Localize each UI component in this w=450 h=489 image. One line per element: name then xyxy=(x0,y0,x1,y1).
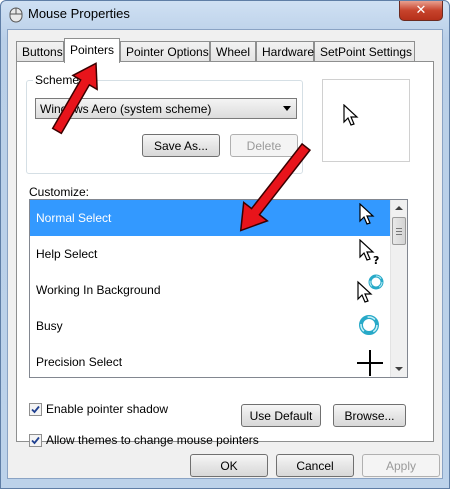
list-item-working-in-background[interactable]: Working In Background xyxy=(30,272,391,308)
enable-shadow-option[interactable]: Enable pointer shadow xyxy=(29,402,168,416)
scroll-up-icon[interactable] xyxy=(395,206,403,210)
grip-line xyxy=(396,228,402,229)
scheme-dropdown-value: Windows Aero (system scheme) xyxy=(40,102,212,116)
mouse-properties-window: Mouse Properties ✕ Buttons Pointers Poin… xyxy=(0,0,450,489)
list-item-precision-select[interactable]: Precision Select xyxy=(30,344,391,377)
scheme-group-label: Scheme xyxy=(33,73,82,87)
close-button[interactable]: ✕ xyxy=(399,1,443,21)
cancel-button[interactable]: Cancel xyxy=(276,454,354,477)
tab-wheel[interactable]: Wheel xyxy=(210,41,256,62)
allow-themes-option[interactable]: Allow themes to change mouse pointers xyxy=(29,433,259,447)
list-item-label: Precision Select xyxy=(36,355,123,369)
list-scrollbar[interactable] xyxy=(390,200,407,377)
tab-setpoint-settings[interactable]: SetPoint Settings xyxy=(314,41,415,62)
allow-themes-checkbox[interactable] xyxy=(29,433,42,447)
scroll-thumb[interactable] xyxy=(392,217,406,245)
scroll-down-icon[interactable] xyxy=(395,367,403,371)
scheme-dropdown[interactable]: Windows Aero (system scheme) xyxy=(35,98,297,119)
tab-buttons[interactable]: Buttons xyxy=(16,41,64,62)
grip-line xyxy=(396,234,402,235)
list-item-label: Working In Background xyxy=(36,283,161,297)
svg-text:?: ? xyxy=(373,254,379,267)
mouse-icon xyxy=(9,7,23,23)
list-item-help-select[interactable]: Help Select ? xyxy=(30,236,391,272)
save-as-button[interactable]: Save As... xyxy=(142,134,220,157)
tab-pointers[interactable]: Pointers xyxy=(64,38,120,63)
customize-label: Customize: xyxy=(29,185,90,199)
enable-shadow-label: Enable pointer shadow xyxy=(46,402,169,416)
arrow-cursor-icon xyxy=(359,203,375,225)
busy-cursor-icon xyxy=(359,315,379,335)
use-default-button[interactable]: Use Default xyxy=(241,404,321,427)
checkmark-icon xyxy=(31,436,40,444)
working-cursor-icon xyxy=(357,274,384,303)
tab-pointer-options[interactable]: Pointer Options xyxy=(120,41,210,62)
window-title: Mouse Properties xyxy=(28,6,130,21)
cursor-list[interactable]: Normal Select Help Select ? Working In B… xyxy=(29,199,408,378)
apply-button[interactable]: Apply xyxy=(362,454,440,477)
close-icon: ✕ xyxy=(415,3,427,18)
cursor-preview xyxy=(322,79,410,162)
dialog-client-area: Buttons Pointers Pointer Options Wheel H… xyxy=(7,29,443,479)
list-item-busy[interactable]: Busy xyxy=(30,308,391,344)
ok-button[interactable]: OK xyxy=(190,454,268,477)
list-item-label: Normal Select xyxy=(36,211,112,225)
grip-line xyxy=(396,231,402,232)
pointers-tab-panel: Scheme Windows Aero (system scheme) Save… xyxy=(16,61,434,447)
list-item-label: Help Select xyxy=(36,247,98,261)
list-item-normal-select[interactable]: Normal Select xyxy=(30,200,391,236)
tab-hardware[interactable]: Hardware xyxy=(256,41,314,62)
scheme-group: Scheme Windows Aero (system scheme) Save… xyxy=(26,73,303,174)
title-bar[interactable]: Mouse Properties ✕ xyxy=(1,1,449,29)
checkmark-icon xyxy=(31,405,40,413)
chevron-down-icon xyxy=(283,106,291,111)
list-item-label: Busy xyxy=(36,319,63,333)
crosshair-cursor-icon xyxy=(357,350,383,376)
help-cursor-icon: ? xyxy=(359,239,379,267)
allow-themes-label: Allow themes to change mouse pointers xyxy=(46,433,259,447)
browse-button[interactable]: Browse... xyxy=(333,404,406,427)
delete-button[interactable]: Delete xyxy=(230,134,298,157)
enable-shadow-checkbox[interactable] xyxy=(29,402,42,416)
arrow-cursor-icon xyxy=(343,104,359,126)
